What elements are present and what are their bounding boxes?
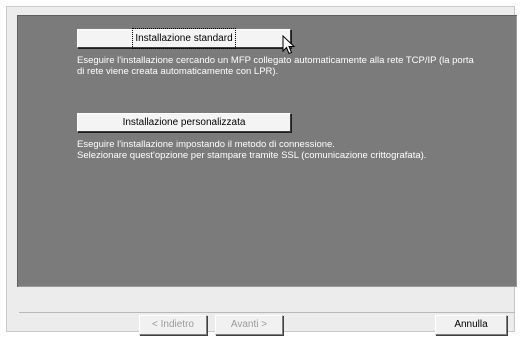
cancel-label: Annulla <box>454 319 488 330</box>
standard-install-button[interactable]: Installazione standard <box>77 28 291 49</box>
standard-install-desc-line-2: di rete viene creata automaticamente con… <box>77 66 279 77</box>
wizard-nav-bar: < Indietro Avanti > Annulla <box>19 312 515 335</box>
custom-install-label: Installazione personalizzata <box>122 117 246 128</box>
installation-options-panel: Installazione standard Eseguire l'instal… <box>17 15 517 287</box>
custom-install-button[interactable]: Installazione personalizzata <box>77 113 291 132</box>
custom-install-desc-line-1: Eseguire l'installazione impostando il m… <box>77 139 335 150</box>
custom-install-desc-line-2: Selezionare quest'opzione per stampare t… <box>77 150 427 161</box>
mouse-pointer-icon <box>282 35 295 55</box>
installer-window: Installazione standard Eseguire l'instal… <box>6 6 517 335</box>
next-button[interactable]: Avanti > <box>215 315 283 335</box>
cancel-button[interactable]: Annulla <box>435 315 507 335</box>
back-button[interactable]: < Indietro <box>139 315 207 335</box>
next-label: Avanti > <box>230 319 268 330</box>
standard-install-label: Installazione standard <box>132 28 236 49</box>
standard-install-desc-line-1: Eseguire l'installazione cercando un MFP… <box>77 55 474 66</box>
back-label: < Indietro <box>152 319 194 330</box>
